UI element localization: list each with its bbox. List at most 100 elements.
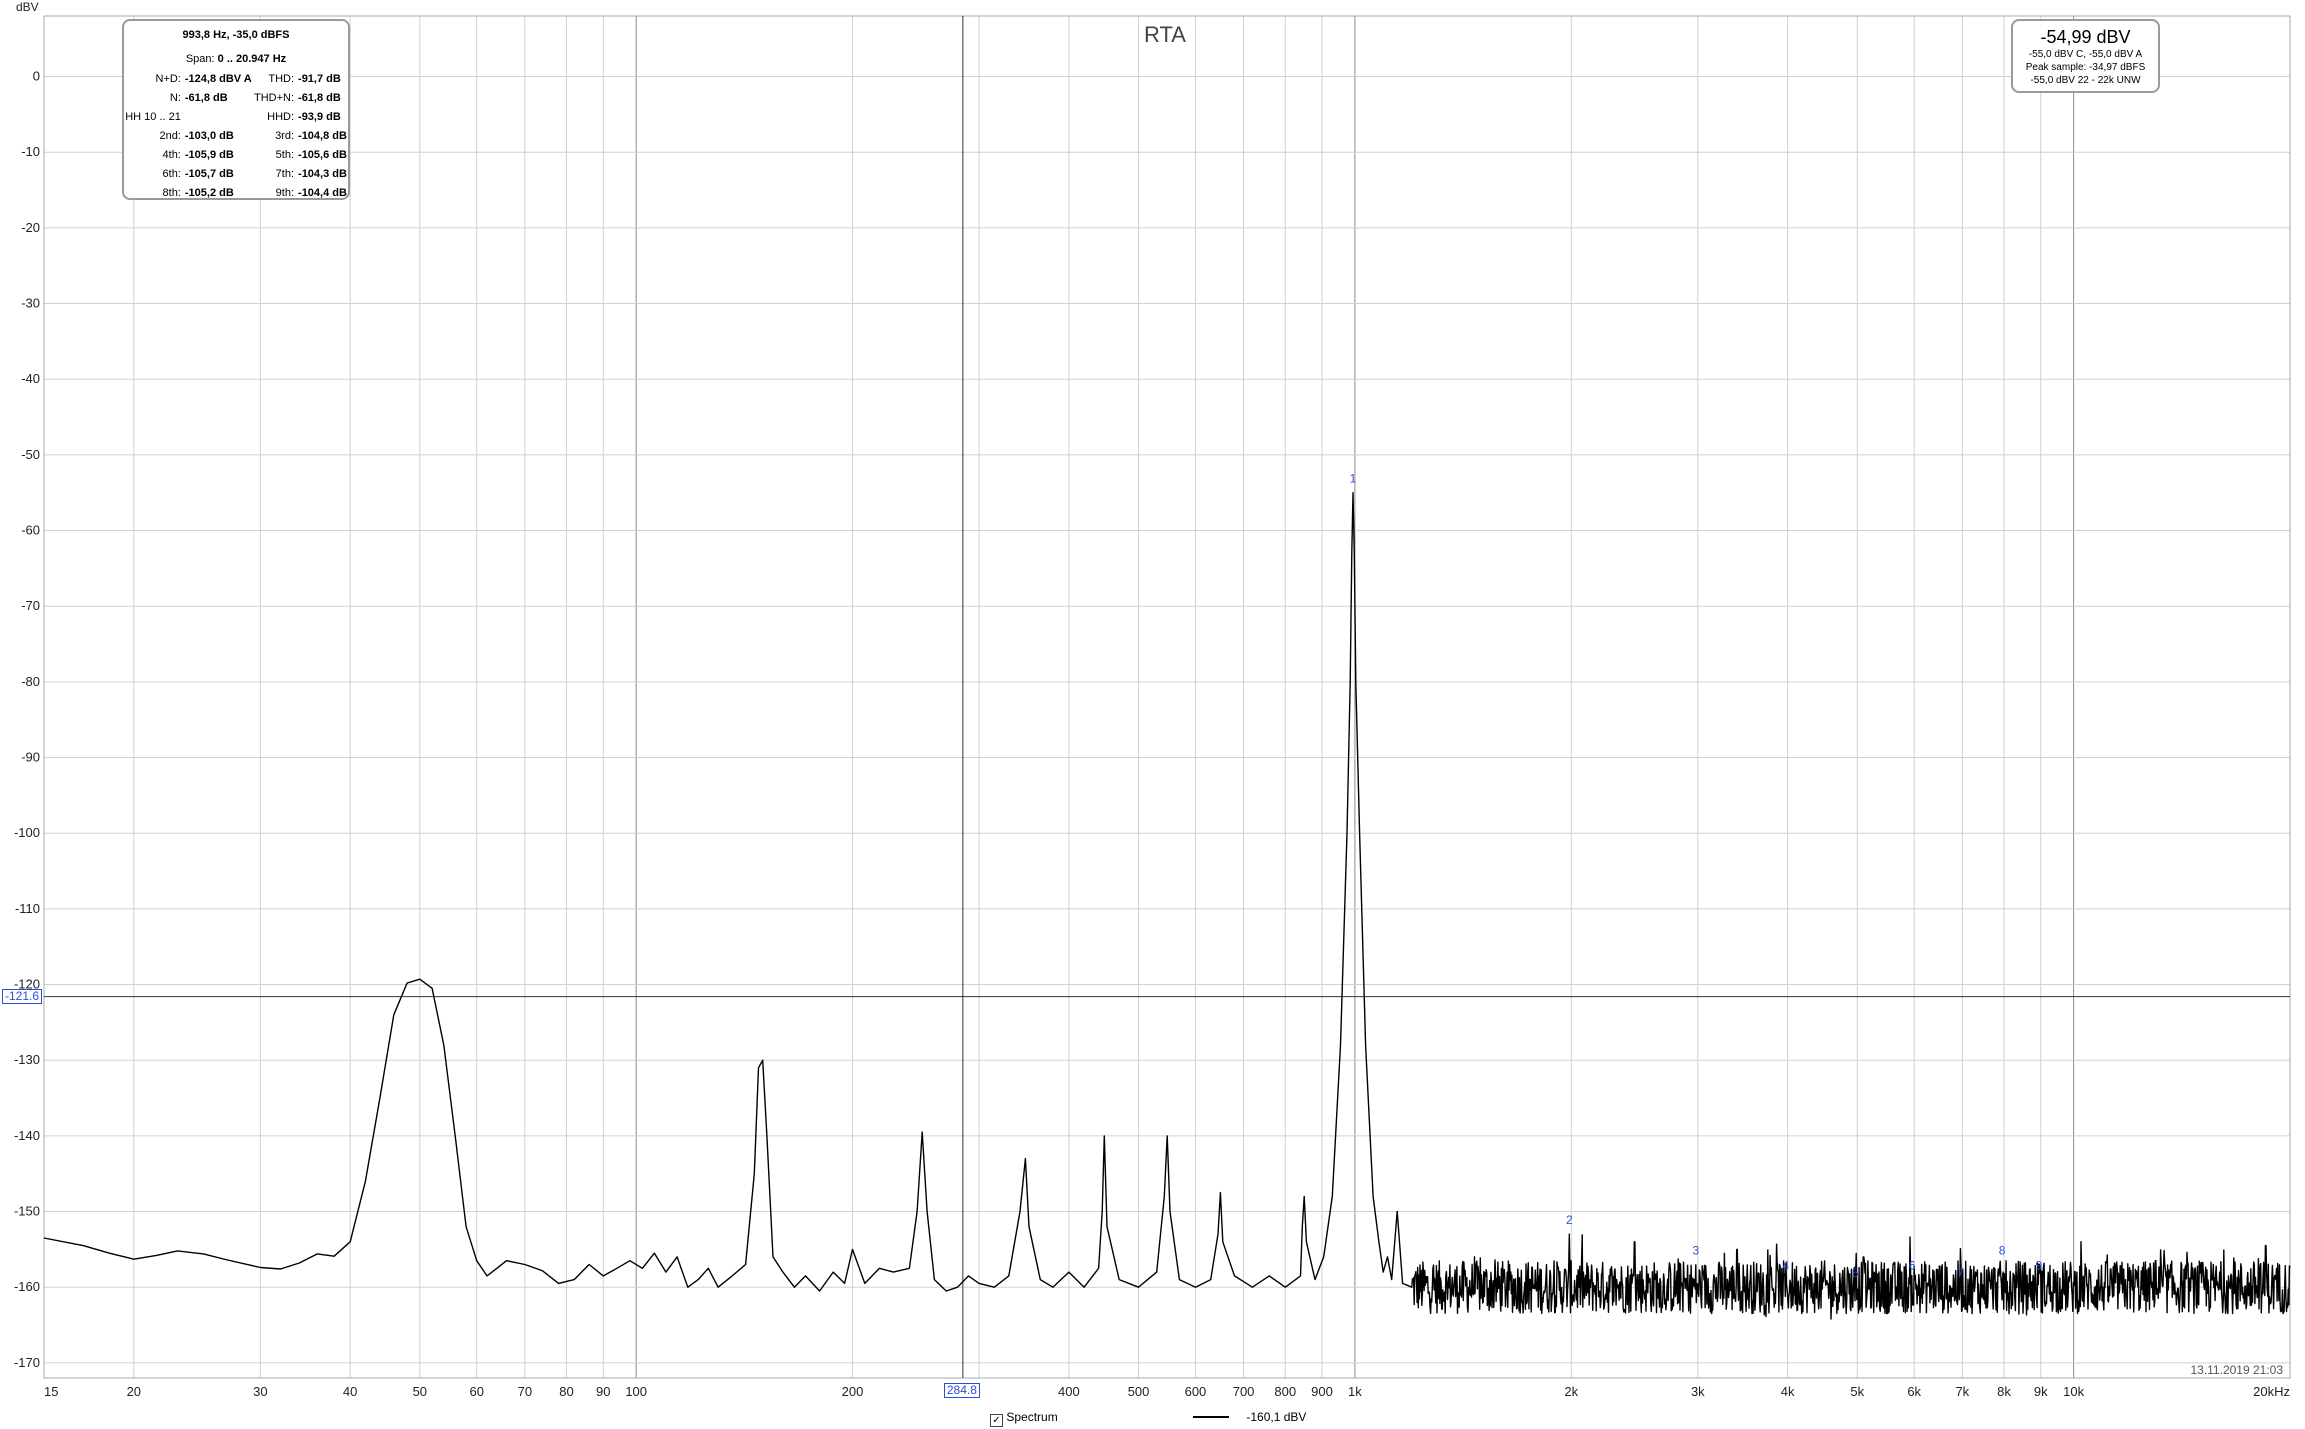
harmonic-marker-7: 7 bbox=[1957, 1266, 1964, 1280]
harmonic-marker-5: 5 bbox=[1852, 1266, 1859, 1280]
stats-row: HH 10 .. 21 HHD: -93,9 dB bbox=[124, 107, 348, 126]
x-axis: 15 20 30 40 50 60 70 80 90 100 200 400 500 600 700 800 9… bbox=[44, 1384, 2290, 1399]
x-tick-label: 40 bbox=[343, 1384, 357, 1399]
chart-title: RTA bbox=[1144, 22, 1186, 47]
stats-row: N: -61,8 dB THD+N: -61,8 dB bbox=[124, 88, 348, 107]
x-tick-label: 100 bbox=[625, 1384, 647, 1399]
stats-value: -105,7 dB bbox=[184, 167, 234, 180]
x-tick-label: 400 bbox=[1058, 1384, 1080, 1399]
level-main: -54,99 dBV bbox=[2040, 27, 2131, 47]
x-tick-label: 20kHz bbox=[2253, 1384, 2290, 1399]
stats-span-value: 0 .. 20.947 Hz bbox=[217, 53, 287, 65]
stats-value: -124,8 dBV A bbox=[184, 72, 252, 85]
harmonic-marker-9: 9 bbox=[2035, 1259, 2042, 1273]
x-tick-label: 8k bbox=[1997, 1384, 2011, 1399]
stats-key: 2nd: bbox=[159, 129, 181, 142]
harmonic-marker-8: 8 bbox=[1999, 1244, 2006, 1258]
y-tick-label: -130 bbox=[14, 1052, 40, 1067]
x-tick-label: 1k bbox=[1348, 1384, 1362, 1399]
stats-row: 8th: -105,2 dB 9th: -104,4 dB bbox=[124, 183, 348, 202]
stats-header: 993,8 Hz, -35,0 dBFS bbox=[182, 29, 290, 41]
stats-row: N+D: -124,8 dBV A THD: -91,7 dB bbox=[124, 69, 348, 88]
level-box[interactable]: -54,99 dBV -55,0 dBV C, -55,0 dBV A Peak… bbox=[2011, 19, 2160, 93]
x-tick-label: 5k bbox=[1850, 1384, 1864, 1399]
y-tick-label: -30 bbox=[21, 296, 40, 311]
x-tick-label: 7k bbox=[1955, 1384, 1969, 1399]
x-tick-label: 500 bbox=[1128, 1384, 1150, 1399]
stats-key: HH 10 .. 21 bbox=[125, 110, 181, 123]
x-tick-label: 700 bbox=[1233, 1384, 1255, 1399]
x-tick-label: 9k bbox=[2034, 1384, 2048, 1399]
cursor-x-readout[interactable]: 284.8 bbox=[943, 1383, 980, 1398]
stats-key: HHD: bbox=[267, 110, 295, 123]
cursor-y-readout[interactable]: -121.6 bbox=[2, 988, 43, 1004]
stats-span: Span: 0 .. 20.947 Hz bbox=[124, 50, 348, 69]
y-tick-label: -100 bbox=[14, 825, 40, 840]
x-tick-label: 80 bbox=[559, 1384, 573, 1399]
x-tick-label: 800 bbox=[1274, 1384, 1296, 1399]
x-tick-label: 30 bbox=[253, 1384, 267, 1399]
stats-value: -93,9 dB bbox=[298, 110, 341, 123]
stats-row: 6th: -105,7 dB 7th: -104,3 dB bbox=[124, 164, 348, 183]
rta-chart[interactable]: 0-10-20-30-40-50-60-70-80-90-100-110-120… bbox=[0, 0, 2305, 1429]
x-tick-label: 70 bbox=[518, 1384, 532, 1399]
harmonic-markers: 1 2 3 4 5 6 7 8 9 bbox=[1350, 472, 2043, 1280]
legend-spectrum-label: Spectrum bbox=[1006, 1410, 1058, 1424]
spectrum-checkbox[interactable]: ✓ bbox=[990, 1414, 1003, 1427]
x-tick-label: 3k bbox=[1691, 1384, 1705, 1399]
stats-value: -104,8 dB bbox=[298, 129, 347, 142]
x-tick-label: 4k bbox=[1781, 1384, 1795, 1399]
series-group bbox=[43, 492, 2291, 1320]
stats-key: 7th: bbox=[275, 167, 295, 180]
stats-value: -105,6 dB bbox=[298, 148, 347, 161]
y-tick-label: -170 bbox=[14, 1355, 40, 1370]
harmonic-marker-2: 2 bbox=[1566, 1213, 1573, 1227]
stats-value: -105,9 dB bbox=[184, 148, 234, 161]
x-tick-label: 600 bbox=[1185, 1384, 1207, 1399]
timestamp: 13.11.2019 21:03 bbox=[2190, 1363, 2283, 1377]
y-tick-label: -20 bbox=[21, 220, 40, 235]
x-tick-label: 900 bbox=[1311, 1384, 1333, 1399]
distortion-stats-box[interactable]: 993,8 Hz, -35,0 dBFS Span: 0 .. 20.947 H… bbox=[122, 19, 350, 200]
y-tick-label: -70 bbox=[21, 598, 40, 613]
stats-row: 4th: -105,9 dB 5th: -105,6 dB bbox=[124, 145, 348, 164]
harmonic-marker-6: 6 bbox=[1909, 1259, 1916, 1273]
stats-value: -104,3 dB bbox=[298, 167, 347, 180]
legend-cursor-value: -160,1 dBV bbox=[1246, 1410, 1307, 1424]
level-line-1: -55,0 dBV C, -55,0 dBV A bbox=[2028, 49, 2143, 60]
grid bbox=[43, 16, 2291, 1378]
legend: ✓ Spectrum -160,1 dBV bbox=[990, 1410, 1306, 1427]
stats-value: -61,8 dB bbox=[298, 91, 341, 104]
x-tick-label: 6k bbox=[1907, 1384, 1921, 1399]
y-tick-label: -150 bbox=[14, 1204, 40, 1219]
y-tick-label: -10 bbox=[21, 144, 40, 159]
y-tick-label: -50 bbox=[21, 447, 40, 462]
y-tick-label: -140 bbox=[14, 1128, 40, 1143]
x-tick-label: 50 bbox=[413, 1384, 427, 1399]
stats-value: -105,2 dB bbox=[184, 186, 234, 199]
y-tick-label: -160 bbox=[14, 1279, 40, 1294]
level-line-2: Peak sample: -34,97 dBFS bbox=[2025, 62, 2146, 73]
stats-row: 2nd: -103,0 dB 3rd: -104,8 dB bbox=[124, 126, 348, 145]
harmonic-marker-1: 1 bbox=[1350, 472, 1357, 486]
harmonic-marker-4: 4 bbox=[1782, 1259, 1789, 1273]
stats-key: 6th: bbox=[162, 167, 181, 180]
spectrum-line bbox=[43, 492, 2291, 1320]
stats-key: 3rd: bbox=[275, 129, 295, 142]
stats-span-label: Span: bbox=[185, 53, 215, 65]
stats-key: 5th: bbox=[275, 148, 295, 161]
level-line-3: -55,0 dBV 22 - 22k UNW bbox=[2030, 75, 2141, 86]
x-tick-label: 15 bbox=[44, 1384, 58, 1399]
y-tick-label: -90 bbox=[21, 750, 40, 765]
legend-line-swatch bbox=[1193, 1416, 1230, 1418]
stats-key: N: bbox=[169, 91, 181, 104]
stats-key: THD+N: bbox=[254, 91, 295, 104]
x-tick-label: 20 bbox=[127, 1384, 141, 1399]
y-axis: 0-10-20-30-40-50-60-70-80-90-100-110-120… bbox=[14, 69, 40, 1370]
x-tick-label: 2k bbox=[1564, 1384, 1578, 1399]
y-tick-label: -40 bbox=[21, 371, 40, 386]
plot-frame bbox=[43, 15, 2291, 1379]
cursor-lines[interactable] bbox=[44, 16, 2290, 1378]
x-tick-label: 90 bbox=[596, 1384, 610, 1399]
x-tick-label: 200 bbox=[842, 1384, 864, 1399]
